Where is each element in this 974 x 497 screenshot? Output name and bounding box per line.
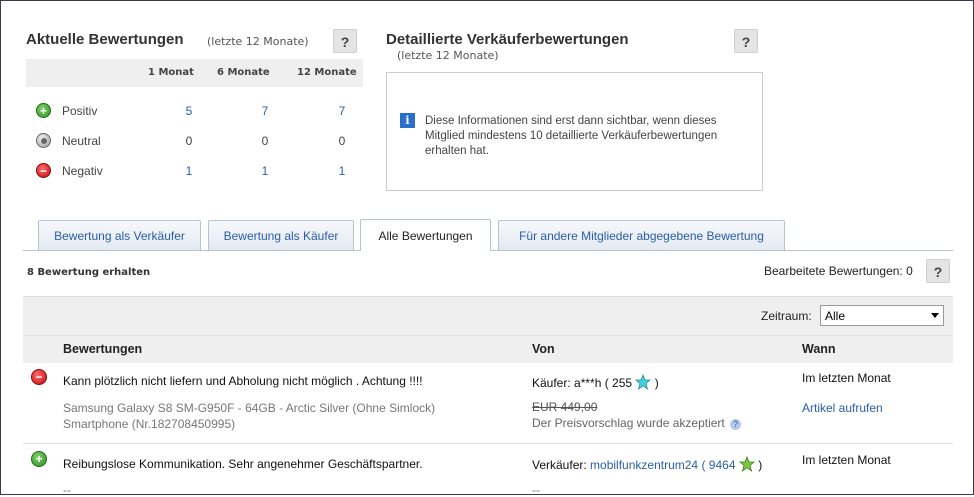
header-comment: Bewertungen [63, 342, 143, 356]
header-from: Von [532, 342, 555, 356]
detailed-info-text: Diese Informationen sind erst dann sicht… [425, 115, 718, 157]
plus-icon: + [31, 451, 47, 467]
row-label-positive: Positiv [62, 104, 98, 118]
received-count: 8 Bewertung erhalten [27, 267, 151, 278]
view-item-link[interactable]: Artikel aufrufen [802, 401, 883, 415]
filter-bar: Zeitraum: Alle [23, 296, 953, 335]
entry-2-when: Im letzten Monat [802, 453, 891, 467]
col-12-months: 12 Monate [297, 67, 357, 78]
turquoise-star-icon [635, 373, 652, 391]
detailed-info-box: i Diese Informationen sind erst dann sic… [386, 72, 763, 191]
entry-2-comment: Reibungslose Kommunikation. Sehr angeneh… [63, 457, 423, 471]
entry-1-close-paren: ) [654, 376, 659, 390]
neutral-6-months: 0 [261, 134, 269, 148]
summary-title: Aktuelle Bewertungen [26, 31, 184, 48]
help-icon[interactable]: ? [730, 419, 742, 430]
col-1-month: 1 Monat [148, 67, 194, 78]
entry-2-role: Verkäufer: [532, 458, 587, 472]
entry-1-buyer: Käufer: a***h ( 255 [532, 376, 633, 390]
green-star-icon [738, 455, 755, 473]
entry-2-open-paren: ( [701, 458, 706, 472]
minus-icon: − [36, 163, 51, 178]
neutral-icon [36, 133, 51, 148]
entry-2-score[interactable]: 9464 [709, 458, 736, 472]
tab-all-feedback[interactable]: Alle Bewertungen [360, 219, 491, 251]
info-icon: i [400, 113, 415, 128]
edited-help-button[interactable]: ? [926, 259, 950, 283]
entry-1-when: Im letzten Monat [802, 371, 891, 385]
minus-icon: − [31, 369, 47, 385]
plus-icon: + [36, 103, 51, 118]
entry-1-from: Käufer: a***h ( 255 ) [532, 373, 659, 391]
header-when: Wann [802, 342, 836, 356]
row-label-negative: Negativ [62, 164, 103, 178]
negative-6-months[interactable]: 1 [245, 164, 285, 178]
positive-1-month[interactable]: 5 [169, 104, 209, 118]
entry-2-close-paren: ) [758, 458, 763, 472]
entry-1-item-line2: Smartphone (Nr.182708450995) [63, 417, 236, 431]
negative-12-months[interactable]: 1 [322, 164, 362, 178]
row-label-neutral: Neutral [62, 134, 101, 148]
col-6-months: 6 Monate [217, 67, 270, 78]
negative-1-month[interactable]: 1 [169, 164, 209, 178]
summary-subtitle: (letzte 12 Monate) [207, 35, 309, 48]
entry-1-item: Samsung Galaxy S8 SM-G950F - 64GB - Arct… [63, 400, 435, 432]
tab-seller-feedback[interactable]: Bewertung als Verkäufer [38, 220, 201, 250]
detailed-help-button[interactable]: ? [734, 29, 758, 53]
period-select[interactable]: Alle [820, 305, 944, 326]
entry-2-from: Verkäufer: mobilfunkzentrum24 ( 9464 ) [532, 455, 763, 473]
tab-buyer-feedback[interactable]: Bewertung als Käufer [208, 220, 354, 250]
seller-link[interactable]: mobilfunkzentrum24 [590, 458, 698, 472]
row-divider [23, 443, 953, 444]
chevron-down-icon [931, 313, 939, 318]
neutral-12-months: 0 [338, 134, 346, 148]
period-select-value: Alle [825, 309, 846, 323]
positive-12-months[interactable]: 7 [322, 104, 362, 118]
summary-help-button[interactable]: ? [333, 29, 357, 53]
entry-1-item-line1: Samsung Galaxy S8 SM-G950F - 64GB - Arct… [63, 401, 436, 415]
edited-count: Bearbeitete Bewertungen: 0 [764, 264, 913, 278]
entry-1-price-note: Der Preisvorschlag wurde akzeptiert ? [532, 416, 742, 430]
detailed-title: Detaillierte Verkäuferbewertungen [386, 31, 629, 48]
tab-feedback-given[interactable]: Für andere Mitglieder abgegebene Bewertu… [498, 220, 785, 250]
neutral-1-month: 0 [185, 134, 193, 148]
positive-6-months[interactable]: 7 [245, 104, 285, 118]
entry-1-comment: Kann plötzlich nicht liefern und Abholun… [63, 374, 423, 388]
detailed-subtitle: (letzte 12 Monate) [397, 49, 499, 62]
period-label: Zeitraum: [761, 309, 812, 323]
entry-1-price: EUR 449,00 [532, 400, 598, 414]
entry-1-price-note-text: Der Preisvorschlag wurde akzeptiert [532, 416, 725, 430]
